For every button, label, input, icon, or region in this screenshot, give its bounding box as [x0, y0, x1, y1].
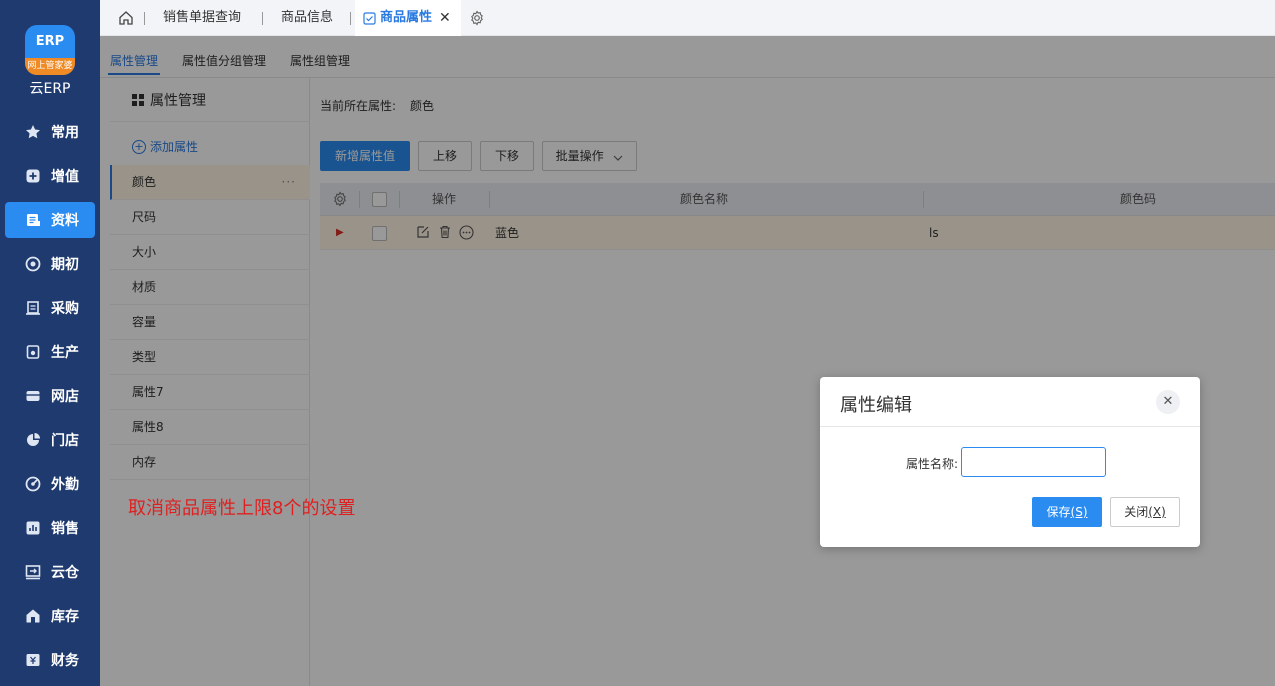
production-icon [24, 343, 42, 361]
attribute-name-label: 属性名称: [906, 457, 959, 471]
plus-square-icon [24, 167, 42, 185]
logo-ribbon: 网上管家婆 [25, 58, 75, 75]
save-button[interactable]: 保存(S) [1032, 497, 1102, 527]
dialog-close-icon[interactable]: ✕ [1156, 390, 1180, 414]
nav-item-data[interactable]: 资料 [5, 202, 95, 238]
logo-text: ERP [35, 34, 65, 49]
document-icon [24, 211, 42, 229]
sidebar: ERP 网上管家婆 云ERP 常用 增值 资料 期初 采购 生产 网店 门店 外… [0, 0, 100, 686]
nav-item-eshop[interactable]: 网店 [0, 374, 100, 418]
tab-product-info[interactable]: 商品信息 [281, 0, 333, 36]
nav-menu: 常用 增值 资料 期初 采购 生产 网店 门店 外勤 销售 云仓 库存 财务 [0, 110, 100, 682]
nav-label: 生产 [51, 345, 79, 361]
nav-label: 销售 [51, 521, 79, 537]
tab-attr-icon [363, 11, 376, 25]
modal-overlay[interactable] [100, 36, 1275, 686]
nav-item-inventory[interactable]: 库存 [0, 594, 100, 638]
chart-icon [24, 519, 42, 537]
logo[interactable]: ERP 网上管家婆 [25, 25, 75, 75]
dialog-divider [820, 426, 1200, 427]
nav-label: 云仓 [51, 565, 79, 581]
nav-label: 增值 [51, 169, 79, 185]
save-shortcut: (S) [1070, 505, 1088, 519]
tab-separator [262, 12, 263, 25]
nav-item-sales[interactable]: 销售 [0, 506, 100, 550]
attribute-edit-dialog: 属性编辑 ✕ 属性名称: 保存(S) 关闭(X) [820, 377, 1200, 547]
nav-label: 网店 [51, 389, 79, 405]
nav-item-opening[interactable]: 期初 [0, 242, 100, 286]
save-label: 保存 [1046, 505, 1071, 519]
warehouse-icon [24, 563, 42, 581]
nav-item-store[interactable]: 门店 [0, 418, 100, 462]
nav-label: 门店 [51, 433, 79, 449]
attribute-name-input[interactable] [961, 447, 1106, 477]
nav-item-finance[interactable]: 财务 [0, 638, 100, 682]
dialog-title: 属性编辑 [840, 395, 912, 416]
nav-label: 期初 [51, 257, 79, 273]
nav-item-addon[interactable]: 增值 [0, 154, 100, 198]
purchase-icon [24, 299, 42, 317]
nav-item-production[interactable]: 生产 [0, 330, 100, 374]
tab-separator [350, 12, 351, 25]
gear-icon[interactable] [469, 10, 485, 26]
nav-item-common[interactable]: 常用 [0, 110, 100, 154]
house-icon [24, 607, 42, 625]
star-icon [24, 123, 42, 141]
tab-label: 商品属性 [380, 10, 433, 25]
nav-label: 财务 [51, 653, 79, 669]
nav-label: 库存 [51, 609, 79, 625]
tab-product-attributes[interactable]: 商品属性 ✕ [355, 0, 461, 36]
close-shortcut: (X) [1148, 505, 1166, 519]
nav-label: 外勤 [51, 477, 79, 493]
nav-item-cloud-warehouse[interactable]: 云仓 [0, 550, 100, 594]
close-label: 关闭 [1124, 505, 1149, 519]
top-tab-bar: 销售单据查询 商品信息 商品属性 ✕ [100, 0, 1275, 36]
close-icon[interactable]: ✕ [439, 0, 451, 36]
close-button[interactable]: 关闭(X) [1110, 497, 1180, 527]
home-icon[interactable] [118, 10, 136, 28]
annotation-note: 取消商品属性上限8个的设置 [128, 498, 356, 519]
nav-label: 采购 [51, 301, 79, 317]
pie-icon [24, 431, 42, 449]
shop-icon [24, 387, 42, 405]
brand-name: 云ERP [29, 81, 71, 97]
nav-label: 常用 [51, 125, 79, 141]
nav-item-purchase[interactable]: 采购 [0, 286, 100, 330]
nav-label: 资料 [51, 213, 79, 229]
tab-separator [144, 12, 145, 25]
finance-icon [24, 651, 42, 669]
field-icon [24, 475, 42, 493]
nav-item-field[interactable]: 外勤 [0, 462, 100, 506]
tab-sales-query[interactable]: 销售单据查询 [163, 0, 241, 36]
target-icon [24, 255, 42, 273]
